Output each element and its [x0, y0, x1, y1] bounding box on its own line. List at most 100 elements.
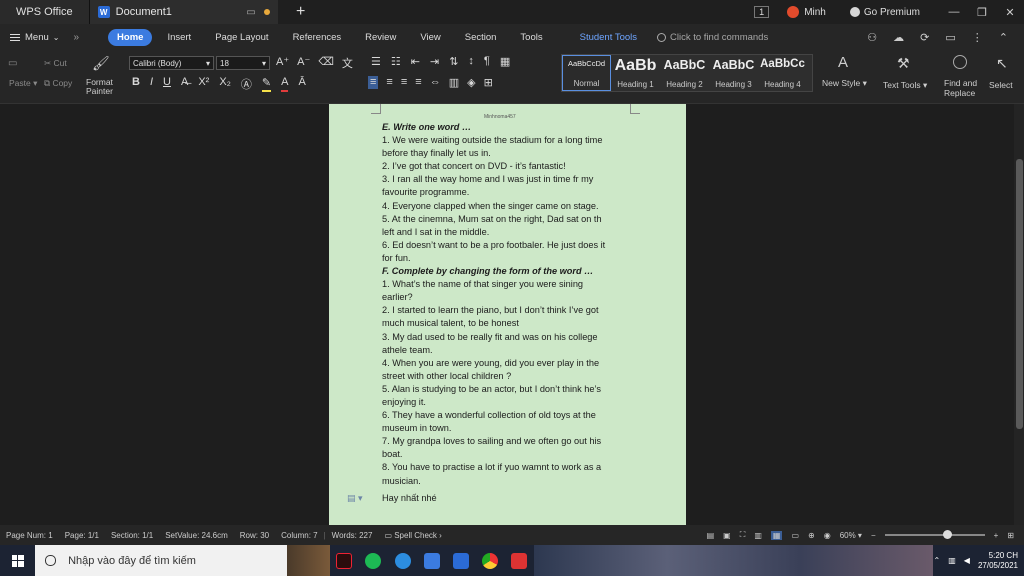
columns-icon[interactable]: ▥: [449, 76, 459, 89]
minimize-button[interactable]: —: [940, 6, 968, 18]
bold-icon[interactable]: B: [132, 76, 140, 92]
zoom-dropdown[interactable]: 60% ▾: [840, 531, 862, 540]
zoom-out-button[interactable]: −: [871, 531, 876, 540]
align-right-icon[interactable]: ≡: [401, 76, 407, 89]
fit-page-icon[interactable]: ⊞: [1007, 531, 1014, 540]
new-tab-button[interactable]: +: [288, 3, 314, 21]
show-marks-icon[interactable]: ¶: [484, 55, 490, 68]
zoom-in-button[interactable]: +: [994, 531, 999, 540]
phonetic-icon[interactable]: 文: [342, 55, 353, 71]
comment-icon[interactable]: ▭: [945, 31, 955, 44]
document-line[interactable]: 2. I’ve got that concert on DVD - it’s f…: [382, 160, 632, 173]
status-row[interactable]: Row: 30: [234, 531, 275, 540]
taskbar-app-store[interactable]: [417, 545, 446, 576]
document-line[interactable]: 3. I ran all the way home and I was just…: [382, 173, 632, 186]
expand-icon[interactable]: »: [73, 32, 79, 43]
share-user-icon[interactable]: ⚇: [867, 31, 877, 44]
shrink-font-icon[interactable]: A⁻: [297, 55, 310, 71]
document-tab[interactable]: W Document1 ▭: [89, 0, 278, 24]
document-line[interactable]: 5. Alan is studying to be an actor, but …: [382, 383, 632, 396]
document-line[interactable]: athele team.: [382, 344, 632, 357]
paste-button[interactable]: Paste ▾: [9, 78, 37, 89]
document-line[interactable]: 8. You have to practise a lot if yuo wam…: [382, 461, 632, 474]
view-outline-icon[interactable]: ▤: [707, 531, 715, 540]
window-count-badge[interactable]: 1: [754, 6, 770, 18]
user-avatar[interactable]: [787, 6, 800, 18]
document-line[interactable]: E. Write one word …: [382, 121, 632, 134]
document-line[interactable]: musician.: [382, 475, 632, 488]
sort-icon[interactable]: ⇅: [449, 55, 458, 68]
restore-button[interactable]: ❐: [968, 6, 996, 19]
style-heading-2[interactable]: AaBbC Heading 2: [660, 55, 709, 91]
font-size-dropdown[interactable]: 18 ▾: [216, 56, 270, 70]
tab-view[interactable]: View: [411, 29, 449, 46]
taskbar-app-blue[interactable]: [388, 545, 417, 576]
cut-button[interactable]: ✂ Cut: [44, 58, 67, 69]
document-line[interactable]: 1. What’s the name of that singer you we…: [382, 278, 632, 291]
screen-icon[interactable]: ▭: [246, 7, 255, 18]
tab-page-layout[interactable]: Page Layout: [206, 29, 277, 46]
tab-section[interactable]: Section: [456, 29, 506, 46]
start-button[interactable]: [0, 545, 35, 576]
document-body[interactable]: E. Write one word … 1. We were waiting ou…: [382, 121, 632, 505]
go-premium-button[interactable]: Go Premium: [849, 7, 920, 18]
tab-insert[interactable]: Insert: [158, 29, 200, 46]
view-web-icon[interactable]: ▣: [723, 531, 731, 540]
user-name[interactable]: Minh: [804, 7, 826, 18]
table-border-icon[interactable]: ⊞: [484, 76, 493, 89]
grow-font-icon[interactable]: A⁺: [276, 55, 289, 71]
document-line[interactable]: 7. My grandpa loves to sailing and we of…: [382, 435, 632, 448]
tab-student-tools[interactable]: Student Tools: [571, 29, 646, 46]
increase-indent-icon[interactable]: ⇥: [430, 55, 439, 68]
collapse-ribbon-icon[interactable]: ⌃: [999, 31, 1008, 44]
distribute-icon[interactable]: ⇔: [430, 76, 441, 89]
taskbar-wps-writer[interactable]: [446, 545, 475, 576]
status-page[interactable]: Page: 1/1: [59, 531, 105, 540]
main-menu-button[interactable]: Menu ⌄: [0, 32, 69, 43]
close-button[interactable]: ✕: [996, 6, 1024, 19]
tray-chevron-up-icon[interactable]: ⌃: [934, 556, 941, 565]
style-heading-1[interactable]: AaBb Heading 1: [611, 55, 660, 91]
text-effect-icon[interactable]: Ⓐ: [241, 76, 252, 92]
find-replace-button[interactable]: Find and Replace: [944, 78, 977, 98]
document-line[interactable]: favourite programme.: [382, 186, 632, 199]
document-page[interactable]: Minhnoma457 E. Write one word … 1. We wer…: [329, 104, 686, 525]
status-words[interactable]: Words: 227: [326, 531, 379, 540]
taskbar-clock[interactable]: 5:20 CH 27/05/2021: [978, 551, 1018, 571]
text-tools-button[interactable]: Text Tools ▾: [883, 80, 927, 91]
align-center-icon[interactable]: ≡: [386, 76, 392, 89]
globe-icon[interactable]: ⊕: [808, 531, 815, 540]
document-line[interactable]: F. Complete by changing the form of the …: [382, 265, 632, 278]
format-painter-button[interactable]: Format Painter: [86, 78, 113, 96]
status-page-num[interactable]: Page Num: 1: [0, 531, 59, 540]
highlight-icon[interactable]: ✎: [261, 76, 272, 92]
scrollbar-thumb[interactable]: [1016, 159, 1023, 429]
taskbar-adobe-app[interactable]: [330, 545, 359, 576]
strikethrough-icon[interactable]: A̶: [181, 76, 188, 92]
document-line[interactable]: 4. When you are were young, did you ever…: [382, 357, 632, 370]
clear-format-icon[interactable]: ⌫: [318, 55, 334, 71]
document-line[interactable]: enjoying it.: [382, 396, 632, 409]
document-line[interactable]: earlier?: [382, 291, 632, 304]
view-print-icon[interactable]: ▦: [770, 530, 783, 540]
font-color-icon[interactable]: A: [281, 76, 289, 92]
document-line[interactable]: museum in town.: [382, 422, 632, 435]
align-left-icon[interactable]: ≡: [368, 76, 379, 89]
tab-home[interactable]: Home: [108, 28, 153, 46]
shading-icon[interactable]: ◈: [467, 76, 475, 89]
document-line[interactable]: 6. They have a wonderful collection of o…: [382, 409, 632, 422]
style-heading-3[interactable]: AaBbC Heading 3: [709, 55, 758, 91]
eye-protection-icon[interactable]: ◉: [824, 531, 831, 540]
document-workspace[interactable]: Minhnoma457 E. Write one word … 1. We wer…: [0, 104, 1014, 525]
character-border-icon[interactable]: Ā: [298, 76, 305, 92]
status-column[interactable]: Column: 7: [275, 531, 323, 540]
document-line[interactable]: 1. We were waiting outside the stadium f…: [382, 134, 632, 147]
document-line[interactable]: much musical talent, to be honest: [382, 317, 632, 330]
taskbar-chrome[interactable]: [476, 545, 505, 576]
select-button[interactable]: Select: [989, 80, 1013, 90]
status-set-value[interactable]: SetValue: 24.6cm: [159, 531, 234, 540]
numbering-icon[interactable]: ☷: [391, 55, 401, 68]
style-heading-4[interactable]: AaBbCc Heading 4: [758, 55, 807, 91]
zoom-slider[interactable]: [884, 530, 985, 539]
zoom-slider-knob[interactable]: [942, 530, 952, 539]
